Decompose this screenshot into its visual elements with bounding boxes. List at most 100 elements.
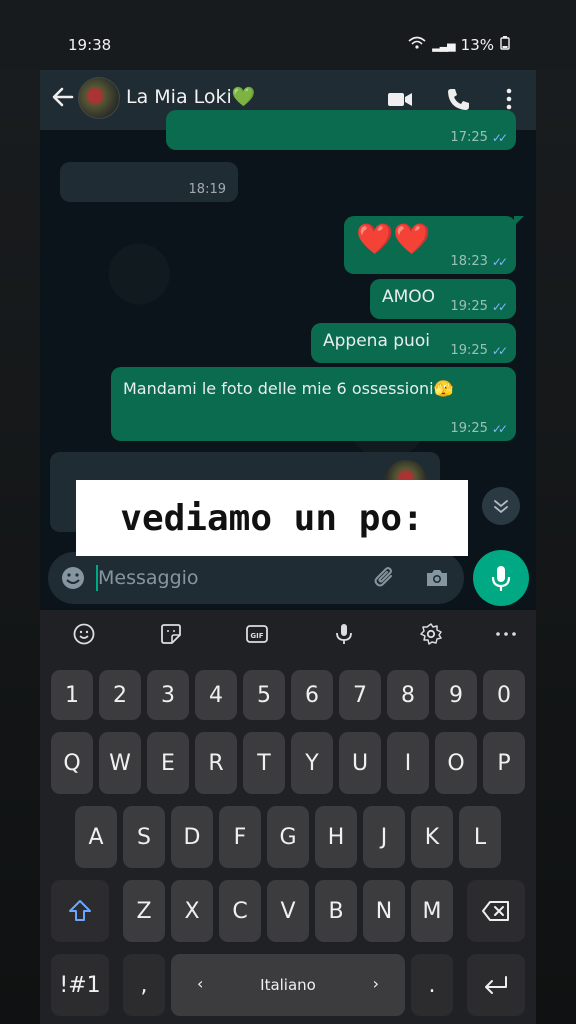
key-8[interactable]: 8 bbox=[387, 670, 429, 720]
message-time: 19:25 bbox=[450, 343, 488, 358]
chevron-double-down-icon bbox=[494, 500, 508, 514]
key-n[interactable]: N bbox=[363, 880, 405, 942]
message-time: 18:23 bbox=[450, 254, 488, 269]
key-v[interactable]: V bbox=[267, 880, 309, 942]
key-d[interactable]: D bbox=[171, 806, 213, 868]
settings-gear-icon[interactable] bbox=[419, 622, 443, 646]
key-a[interactable]: A bbox=[75, 806, 117, 868]
frame-right bbox=[536, 0, 576, 1024]
message-bubble[interactable]: ❤️❤️ 18:23 ✓✓ bbox=[344, 216, 524, 274]
key-u[interactable]: U bbox=[339, 732, 381, 794]
key-p[interactable]: P bbox=[483, 732, 525, 794]
backspace-icon bbox=[482, 901, 509, 921]
message-meta: 18:19 bbox=[189, 182, 226, 197]
key-r[interactable]: R bbox=[195, 732, 237, 794]
key-6[interactable]: 6 bbox=[291, 670, 333, 720]
enter-key[interactable] bbox=[467, 954, 525, 1016]
key-h[interactable]: H bbox=[315, 806, 357, 868]
message-bubble[interactable]: Appena puoi 19:25 ✓✓ bbox=[311, 323, 516, 363]
voice-record-button[interactable] bbox=[473, 550, 529, 606]
key-k[interactable]: K bbox=[411, 806, 453, 868]
key-j[interactable]: J bbox=[363, 806, 405, 868]
message-text: AMOO bbox=[382, 287, 436, 307]
key-f[interactable]: F bbox=[219, 806, 261, 868]
double-check-icon: ✓✓ bbox=[491, 343, 508, 358]
key-y[interactable]: Y bbox=[291, 732, 333, 794]
symbols-key[interactable]: !#1 bbox=[51, 954, 109, 1016]
voice-input-icon[interactable] bbox=[332, 622, 356, 646]
scroll-to-bottom-button[interactable] bbox=[482, 487, 520, 525]
status-time: 19:38 bbox=[68, 36, 112, 54]
battery-icon bbox=[500, 36, 510, 54]
key-3[interactable]: 3 bbox=[147, 670, 189, 720]
double-check-icon: ✓✓ bbox=[491, 299, 508, 314]
bubble-tail bbox=[514, 216, 524, 226]
double-check-icon: ✓✓ bbox=[491, 254, 508, 269]
message-bubble[interactable]: 18:19 bbox=[60, 162, 238, 202]
key-c[interactable]: C bbox=[219, 880, 261, 942]
status-right: ▂▃▅ 13% bbox=[408, 36, 510, 54]
key-g[interactable]: G bbox=[267, 806, 309, 868]
message-time: 17:25 bbox=[450, 130, 488, 145]
message-time: 18:19 bbox=[188, 182, 226, 197]
more-icon[interactable] bbox=[494, 622, 518, 646]
back-arrow-icon[interactable] bbox=[50, 84, 76, 110]
double-check-icon: ✓✓ bbox=[491, 421, 508, 436]
video-call-icon[interactable] bbox=[386, 86, 412, 112]
comma-key[interactable]: , bbox=[123, 954, 165, 1016]
period-key[interactable]: . bbox=[411, 954, 453, 1016]
message-meta: 19:25 ✓✓ bbox=[450, 421, 508, 436]
backspace-key[interactable] bbox=[467, 880, 525, 942]
key-2[interactable]: 2 bbox=[99, 670, 141, 720]
camera-icon[interactable] bbox=[424, 565, 450, 591]
shift-key[interactable] bbox=[51, 880, 109, 942]
message-meta: 18:23 ✓✓ bbox=[450, 254, 508, 269]
message-input[interactable]: Messaggio bbox=[98, 567, 199, 589]
key-s[interactable]: S bbox=[123, 806, 165, 868]
key-b[interactable]: B bbox=[315, 880, 357, 942]
key-q[interactable]: Q bbox=[51, 732, 93, 794]
chevron-left-icon: ‹ bbox=[197, 974, 204, 993]
wifi-icon bbox=[408, 36, 426, 54]
shift-arrow-icon bbox=[69, 900, 91, 921]
keyboard: 1 2 3 4 5 6 7 8 9 0 Q W E R T Y U I O P … bbox=[40, 658, 536, 1024]
key-l[interactable]: L bbox=[459, 806, 501, 868]
attach-icon[interactable] bbox=[372, 565, 398, 591]
spacebar[interactable]: ‹ Italiano › bbox=[171, 954, 405, 1016]
message-input-bar[interactable]: Messaggio bbox=[48, 552, 464, 604]
key-i[interactable]: I bbox=[387, 732, 429, 794]
emoji-icon[interactable] bbox=[60, 565, 86, 591]
status-bar: 19:38 ▂▃▅ 13% bbox=[0, 0, 576, 70]
key-m[interactable]: M bbox=[411, 880, 453, 942]
message-bubble[interactable]: 17:25 ✓✓ bbox=[166, 110, 516, 150]
key-e[interactable]: E bbox=[147, 732, 189, 794]
key-7[interactable]: 7 bbox=[339, 670, 381, 720]
more-options-icon[interactable] bbox=[496, 86, 522, 112]
spacebar-language: Italiano bbox=[260, 976, 316, 994]
message-time: 19:25 bbox=[450, 299, 488, 314]
key-9[interactable]: 9 bbox=[435, 670, 477, 720]
sticker-icon[interactable] bbox=[159, 622, 183, 646]
key-x[interactable]: X bbox=[171, 880, 213, 942]
double-check-icon: ✓✓ bbox=[491, 130, 508, 145]
message-bubble[interactable]: Mandami le foto delle mie 6 ossessioni🫣 … bbox=[111, 367, 516, 441]
key-o[interactable]: O bbox=[435, 732, 477, 794]
key-4[interactable]: 4 bbox=[195, 670, 237, 720]
contact-avatar[interactable] bbox=[78, 77, 120, 119]
keyboard-toolbar: GIF bbox=[40, 610, 536, 658]
key-w[interactable]: W bbox=[99, 732, 141, 794]
message-meta: 19:25 ✓✓ bbox=[450, 299, 508, 314]
signal-icon: ▂▃▅ bbox=[432, 38, 455, 52]
emoji-keyboard-icon[interactable] bbox=[72, 622, 96, 646]
key-z[interactable]: Z bbox=[123, 880, 165, 942]
gif-icon[interactable]: GIF bbox=[245, 622, 269, 646]
key-t[interactable]: T bbox=[243, 732, 285, 794]
key-0[interactable]: 0 bbox=[483, 670, 525, 720]
message-bubble[interactable]: AMOO 19:25 ✓✓ bbox=[370, 279, 516, 319]
contact-name[interactable]: La Mia Loki💚 bbox=[126, 85, 255, 108]
message-text: Mandami le foto delle mie 6 ossessioni🫣 bbox=[123, 379, 454, 398]
voice-call-icon[interactable] bbox=[445, 86, 471, 112]
key-1[interactable]: 1 bbox=[51, 670, 93, 720]
key-5[interactable]: 5 bbox=[243, 670, 285, 720]
microphone-icon bbox=[491, 566, 511, 591]
